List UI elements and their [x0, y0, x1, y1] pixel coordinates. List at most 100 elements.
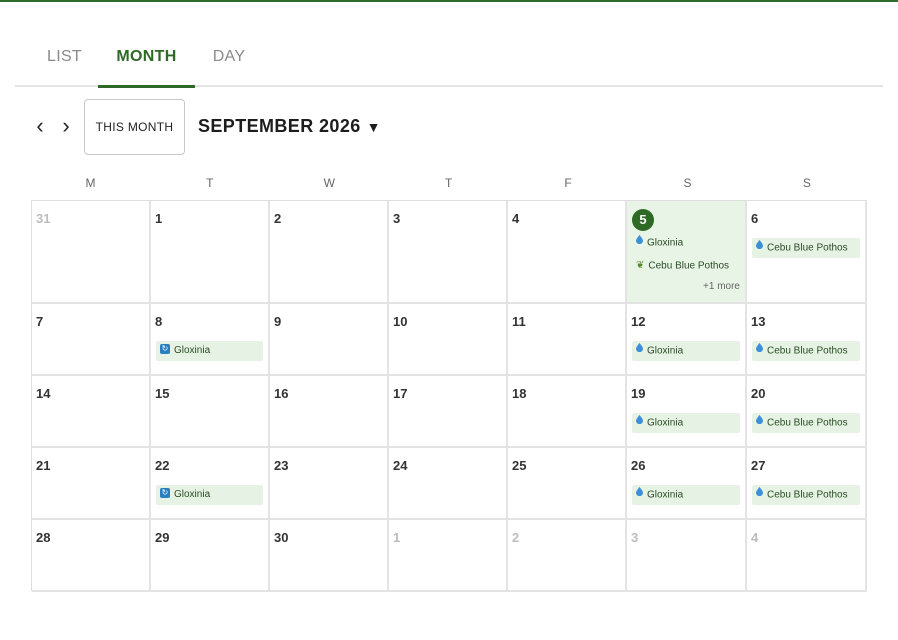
day-cell[interactable]: 9 [270, 304, 389, 376]
event-chip[interactable]: Cebu Blue Pothos [752, 413, 860, 433]
event-chip[interactable]: Cebu Blue Pothos [752, 238, 860, 258]
day-number: 17 [393, 386, 408, 401]
day-number: 2 [274, 211, 282, 226]
day-cell[interactable]: 24 [389, 448, 508, 520]
day-cell[interactable]: 2 [270, 201, 389, 304]
day-number: 1 [393, 530, 401, 545]
day-cell[interactable]: 7 [32, 304, 151, 376]
weekday-label: F [564, 176, 573, 190]
day-number: 4 [751, 530, 759, 545]
day-cell[interactable]: 11 [508, 304, 627, 376]
event-chip[interactable]: Gloxinia [632, 233, 740, 253]
day-number: 20 [751, 386, 766, 401]
day-cell[interactable]: 30 [270, 520, 389, 592]
day-cell[interactable]: 6 Cebu Blue Pothos [747, 201, 867, 304]
tab-month[interactable]: MONTH [98, 38, 195, 88]
day-cell-today[interactable]: 5 Gloxinia ❦ Cebu Blue Pothos +1 more [627, 201, 747, 304]
event-chip[interactable]: Gloxinia [632, 341, 740, 361]
event-chip[interactable]: Gloxinia [632, 485, 740, 505]
day-number: 15 [155, 386, 170, 401]
day-number: 7 [36, 314, 44, 329]
tab-day[interactable]: DAY [199, 38, 259, 87]
day-cell[interactable]: 1 [389, 520, 508, 592]
event-chip[interactable]: Cebu Blue Pothos [752, 485, 860, 505]
day-cell[interactable]: 2 [508, 520, 627, 592]
weekday-label: S [802, 176, 812, 190]
month-grid: 31 1 2 3 4 5 Gloxinia ❦ Cebu Blue Pothos +1 more 6… [31, 200, 867, 592]
day-cell[interactable]: 21 [32, 448, 151, 520]
day-cell[interactable]: 1 [151, 201, 270, 304]
event-chip[interactable]: ❦ Cebu Blue Pothos [632, 256, 740, 276]
day-cell[interactable]: 8 ↻ Gloxinia [151, 304, 270, 376]
day-number: 13 [751, 314, 766, 329]
day-number: 3 [393, 211, 401, 226]
day-number: 23 [274, 458, 289, 473]
view-tabs: LIST MONTH DAY [15, 38, 883, 88]
day-cell[interactable]: 27 Cebu Blue Pothos [747, 448, 867, 520]
chevron-left-icon[interactable]: ‹ [33, 115, 47, 137]
today-badge: 5 [632, 209, 654, 231]
water-drop-icon [756, 238, 763, 258]
day-number: 8 [155, 314, 163, 329]
day-cell[interactable]: 13 Cebu Blue Pothos [747, 304, 867, 376]
water-drop-icon [756, 341, 763, 361]
event-chip[interactable]: ↻ Gloxinia [156, 341, 263, 361]
day-number: 19 [631, 386, 646, 401]
event-label: Cebu Blue Pothos [767, 345, 848, 357]
day-cell[interactable]: 14 [32, 376, 151, 448]
day-number: 4 [512, 211, 520, 226]
day-cell[interactable]: 10 [389, 304, 508, 376]
day-number: 3 [631, 530, 639, 545]
day-cell[interactable]: 12 Gloxinia [627, 304, 747, 376]
day-cell[interactable]: 18 [508, 376, 627, 448]
weekday-label: T [444, 176, 453, 190]
day-cell[interactable]: 4 [508, 201, 627, 304]
tab-list[interactable]: LIST [33, 38, 96, 87]
month-picker[interactable]: SEPTEMBER 2026 ▼ [198, 116, 381, 137]
day-number: 14 [36, 386, 51, 401]
day-number: 27 [751, 458, 766, 473]
day-number: 29 [155, 530, 170, 545]
day-cell[interactable]: 3 [627, 520, 747, 592]
day-number: 2 [512, 530, 520, 545]
day-number: 6 [751, 211, 759, 226]
top-accent-rule [0, 0, 898, 2]
calendar-navigation: ‹ › THIS MONTH SEPTEMBER 2026 ▼ [0, 99, 898, 155]
day-cell[interactable]: 23 [270, 448, 389, 520]
weekday-header: MTWTFSS [31, 176, 867, 192]
event-chip[interactable]: Cebu Blue Pothos [752, 341, 860, 361]
day-number: 9 [274, 314, 282, 329]
day-number: 18 [512, 386, 527, 401]
day-cell[interactable]: 28 [32, 520, 151, 592]
day-cell[interactable]: 29 [151, 520, 270, 592]
day-number: 12 [631, 314, 646, 329]
water-drop-icon [636, 233, 643, 253]
chevron-right-icon[interactable]: › [59, 115, 73, 137]
day-number: 28 [36, 530, 51, 545]
day-cell[interactable]: 15 [151, 376, 270, 448]
event-label: Cebu Blue Pothos [767, 489, 848, 501]
day-cell[interactable]: 3 [389, 201, 508, 304]
day-cell[interactable]: 4 [747, 520, 867, 592]
this-month-button[interactable]: THIS MONTH [84, 99, 185, 155]
day-cell[interactable]: 22 ↻ Gloxinia [151, 448, 270, 520]
day-cell[interactable]: 26 Gloxinia [627, 448, 747, 520]
day-cell[interactable]: 19 Gloxinia [627, 376, 747, 448]
water-drop-icon [636, 341, 643, 361]
day-number: 21 [36, 458, 51, 473]
water-drop-icon [636, 413, 643, 433]
weekday-label: S [683, 176, 692, 190]
event-chip[interactable]: Gloxinia [632, 413, 740, 433]
day-number: 22 [155, 458, 170, 473]
day-cell[interactable]: 16 [270, 376, 389, 448]
day-number: 30 [274, 530, 289, 545]
day-cell[interactable]: 25 [508, 448, 627, 520]
day-cell[interactable]: 17 [389, 376, 508, 448]
day-number: 25 [512, 458, 527, 473]
more-events-link[interactable]: +1 more [703, 281, 740, 292]
day-cell[interactable]: 20 Cebu Blue Pothos [747, 376, 867, 448]
day-cell[interactable]: 31 [32, 201, 151, 304]
event-label: Gloxinia [647, 489, 684, 501]
weekday-label: W [323, 176, 336, 190]
event-chip[interactable]: ↻ Gloxinia [156, 485, 263, 505]
